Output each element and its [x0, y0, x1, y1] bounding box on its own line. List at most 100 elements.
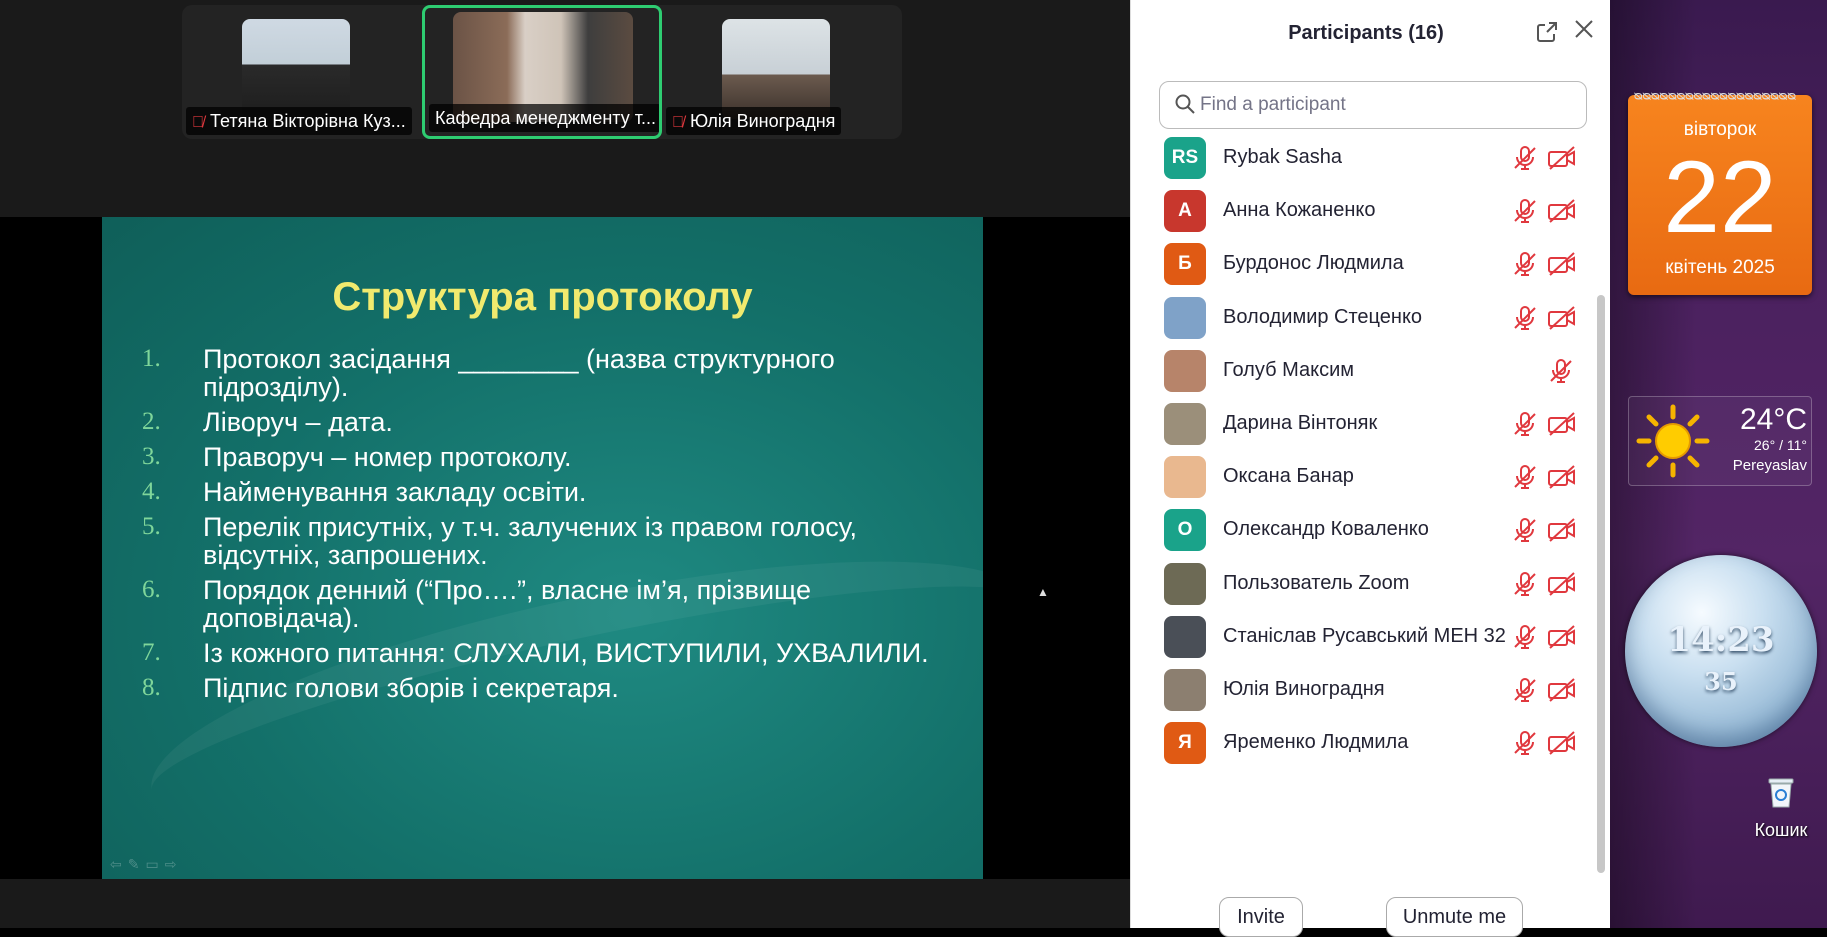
slide-list-item: 5. Перелік присутніх, у т.ч. залучених із…: [142, 512, 857, 570]
participant-name: Дарина Вінтоняк: [1223, 412, 1378, 434]
avatar: Я: [1164, 722, 1206, 765]
mic-muted-icon[interactable]: [1511, 516, 1539, 544]
meeting-area: 🎙̸ Тетяна Вікторівна Куз... Кафедра менед…: [0, 0, 1130, 928]
avatar: RS: [1164, 137, 1206, 179]
recycle-bin-icon: [1768, 778, 1794, 808]
participant-name: Голуб Максим: [1223, 358, 1354, 381]
slide-list-item: 3. Праворуч – номер протоколу.: [142, 442, 572, 472]
mic-muted-icon[interactable]: [1511, 410, 1539, 438]
slide-list-item: 8. Підпис голови зборів і секретаря.: [142, 673, 619, 703]
participant-row[interactable]: Я Яременко Людмила: [1131, 716, 1601, 778]
participant-name: Пользователь Zoom: [1223, 571, 1410, 594]
video-tile[interactable]: 🎙̸ Юлія Виноградня: [662, 5, 902, 139]
slide-list: 1. Протокол засідання ________ (назва стр…: [142, 345, 942, 709]
video-off-icon[interactable]: [1547, 729, 1577, 757]
slide-list-item: 7. Із кожного питання: СЛУХАЛИ, ВИСТУПИЛИ…: [142, 638, 929, 668]
participant-search[interactable]: [1159, 81, 1587, 129]
video-off-icon[interactable]: [1547, 463, 1577, 491]
clock-gadget[interactable]: 14:23 35: [1625, 555, 1817, 747]
invite-button[interactable]: Invite: [1219, 897, 1303, 937]
video-tile[interactable]: 🎙̸ Тетяна Вікторівна Куз...: [182, 5, 422, 139]
close-icon[interactable]: [1571, 18, 1597, 44]
avatar: Б: [1164, 243, 1206, 286]
mic-muted-icon[interactable]: [1511, 676, 1539, 704]
slide-nav-controls[interactable]: ⇦✎▭⇨: [110, 856, 182, 873]
mic-muted-icon[interactable]: [1511, 570, 1539, 598]
avatar: [1164, 349, 1206, 392]
clock-seconds: 35: [1704, 667, 1738, 696]
avatar: [1164, 403, 1206, 445]
weather-city: Pereyaslav: [1732, 457, 1807, 474]
calendar-month-year: квітень 2025: [1665, 257, 1775, 278]
mouse-cursor-icon: ▲: [1037, 585, 1049, 599]
participant-video: [242, 19, 350, 119]
avatar: [1164, 562, 1206, 605]
participant-name: Анна Кожаненко: [1223, 199, 1376, 222]
slide-list-item: 6. Порядок денний (“Про….”, власне ім’я, …: [142, 575, 811, 633]
participants-header: Participants (16): [1131, 0, 1611, 66]
participant-name: Rybak Sasha: [1223, 146, 1342, 168]
video-strip: 🎙̸ Тетяна Вікторівна Куз... Кафедра менед…: [182, 5, 902, 139]
mic-muted-icon[interactable]: [1511, 250, 1539, 278]
participant-name: Бурдонос Людмила: [1223, 252, 1404, 275]
recycle-bin-label: Кошик: [1754, 820, 1808, 840]
participant-name: Станіслав Русавський МЕН 32: [1223, 624, 1506, 647]
calendar-gadget[interactable]: ᴓᴓᴓᴓᴓᴓᴓᴓᴓᴓᴓᴓᴓᴓᴓᴓᴓᴓᴓ вівторок 22 квітень …: [1628, 87, 1812, 295]
search-icon: [1175, 94, 1195, 114]
participant-name: Оксана Банар: [1223, 465, 1354, 488]
video-off-icon[interactable]: [1547, 516, 1577, 544]
video-off-icon[interactable]: [1547, 410, 1577, 438]
mic-muted-icon[interactable]: [1511, 729, 1539, 757]
desktop: ᴓᴓᴓᴓᴓᴓᴓᴓᴓᴓᴓᴓᴓᴓᴓᴓᴓᴓᴓ вівторок 22 квітень …: [1610, 0, 1827, 928]
mic-muted-icon: 🎙̸: [192, 114, 204, 131]
video-off-icon[interactable]: [1547, 676, 1577, 704]
calendar-day: 22: [1663, 140, 1777, 254]
avatar: [1164, 296, 1206, 339]
unmute-me-button[interactable]: Unmute me: [1386, 897, 1523, 937]
weather-range: 26° / 11°: [1754, 437, 1807, 453]
slide-list-item: 4. Найменування закладу освіти.: [142, 477, 587, 507]
participant-list: RS Rybak Sasha А Анна Кожаненко Б Бурдонос Лю…: [1131, 131, 1601, 871]
slide-title: Структура протоколу: [332, 275, 753, 319]
mic-muted-icon[interactable]: [1511, 304, 1539, 332]
mic-muted-icon[interactable]: [1547, 357, 1575, 385]
clock-time: 14:23: [1667, 620, 1775, 660]
calendar-weekday: вівторок: [1683, 119, 1757, 140]
shared-slide: Структура протоколу 1. Протокол засідання…: [102, 217, 983, 879]
participant-video: [722, 19, 830, 119]
slide-list-item: 2. Ліворуч – дата.: [142, 407, 393, 437]
video-off-icon[interactable]: [1547, 144, 1577, 172]
popout-icon[interactable]: [1534, 20, 1560, 46]
avatar: [1164, 615, 1206, 658]
video-off-icon[interactable]: [1547, 197, 1577, 225]
video-off-icon[interactable]: [1547, 623, 1577, 651]
participant-name: Володимир Стеценко: [1223, 305, 1423, 328]
weather-gadget[interactable]: 24°C 26° / 11° Pereyaslav: [1628, 396, 1812, 486]
video-tile-name: Кафедра менеджменту т...: [435, 108, 656, 128]
video-off-icon[interactable]: [1547, 304, 1577, 332]
sun-icon: [1636, 404, 1710, 478]
avatar: [1164, 669, 1206, 711]
participants-title: Participants (16): [1288, 22, 1444, 44]
video-off-icon[interactable]: [1547, 250, 1577, 278]
mic-muted-icon[interactable]: [1511, 463, 1539, 491]
participant-name: Юлія Виноградня: [1223, 678, 1385, 700]
video-tile-name: Тетяна Вікторівна Куз...: [210, 111, 406, 131]
slide-list-item: 1. Протокол засідання ________ (назва стр…: [142, 344, 835, 402]
video-tile-name: Юлія Виноградня: [690, 111, 836, 131]
weather-temperature: 24°C: [1739, 403, 1807, 436]
participant-name: Яременко Людмила: [1223, 731, 1409, 754]
participants-panel: Participants (16) RS Rybak Sasha А Анна Кож…: [1130, 0, 1611, 937]
recycle-bin[interactable]: Кошик: [1736, 775, 1826, 845]
participant-name: Олександр Коваленко: [1223, 518, 1429, 541]
video-tile-active-speaker[interactable]: Кафедра менеджменту т...: [422, 5, 662, 139]
scrollbar[interactable]: [1597, 295, 1605, 873]
avatar: А: [1164, 190, 1206, 233]
mic-muted-icon[interactable]: [1511, 197, 1539, 225]
mic-muted-icon: 🎙̸: [672, 114, 684, 131]
avatar: О: [1164, 509, 1206, 552]
video-off-icon[interactable]: [1547, 570, 1577, 598]
search-input[interactable]: [1200, 90, 1570, 120]
mic-muted-icon[interactable]: [1511, 623, 1539, 651]
mic-muted-icon[interactable]: [1511, 144, 1539, 172]
